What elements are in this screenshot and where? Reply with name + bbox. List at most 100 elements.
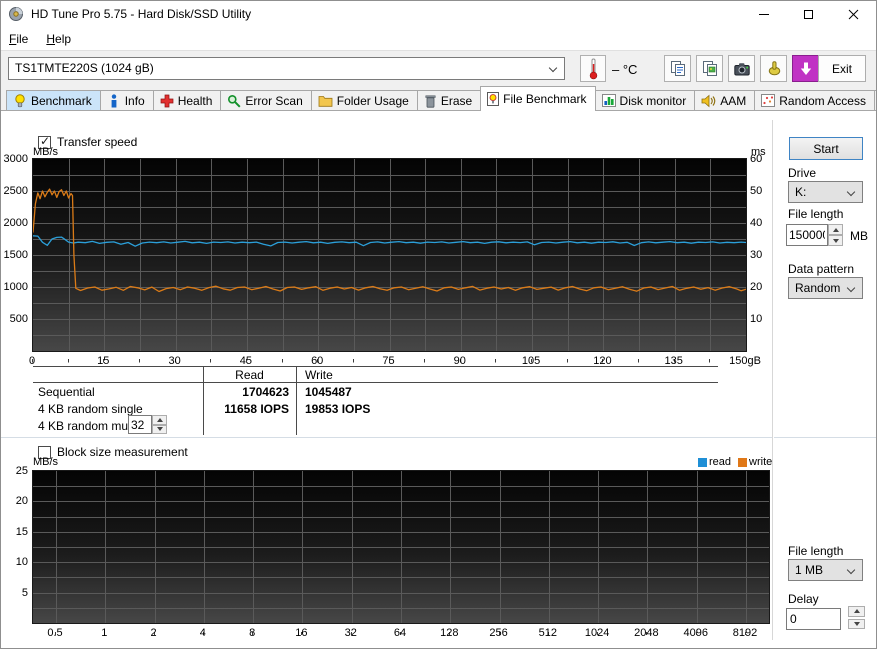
table-top-line bbox=[33, 366, 718, 367]
random-single-write-value: 19853 IOPS bbox=[305, 402, 371, 416]
data-pattern-value: Random bbox=[795, 281, 841, 295]
legend-write-label: write bbox=[749, 456, 773, 468]
delay-input[interactable] bbox=[786, 608, 841, 630]
bottom-chart-y-tick: 15 bbox=[15, 526, 28, 538]
copy-text-button[interactable] bbox=[664, 55, 691, 82]
tab-label: Info bbox=[124, 93, 145, 108]
camera-icon bbox=[733, 62, 750, 76]
drive-combo[interactable]: K: bbox=[788, 181, 863, 203]
tab-label: Folder Usage bbox=[336, 93, 409, 108]
bottom-chart-x-tick: 2 bbox=[150, 627, 157, 639]
top-chart-x-tick: 75 bbox=[382, 355, 395, 367]
bottom-chart-x-tick: 32 bbox=[344, 627, 357, 639]
top-chart-right-tick: 20 bbox=[750, 281, 763, 293]
data-pattern-combo[interactable]: Random bbox=[788, 277, 863, 299]
copy-image-button[interactable] bbox=[696, 55, 723, 82]
tab-label: AAM bbox=[720, 93, 747, 108]
chevron-down-icon bbox=[846, 283, 856, 293]
tab-file-benchmark[interactable]: File Benchmark bbox=[480, 86, 596, 111]
legend-read: read bbox=[698, 456, 731, 468]
spin-up-button[interactable] bbox=[848, 606, 865, 617]
start-button[interactable]: Start bbox=[789, 137, 863, 160]
hand-button[interactable] bbox=[760, 55, 787, 82]
bottom-chart-x-tick: 4096 bbox=[683, 627, 708, 639]
chevron-down-icon bbox=[548, 63, 558, 73]
top-chart-y-unit: MB/s bbox=[33, 146, 59, 158]
tab-label: Erase bbox=[440, 93, 473, 108]
tab-bar: Benchmark Info Health Error Scan Folder Usag… bbox=[0, 86, 877, 111]
tab-health[interactable]: Health bbox=[152, 90, 222, 111]
temperature-button[interactable] bbox=[580, 55, 606, 82]
legend-read-label: read bbox=[709, 456, 732, 468]
transfer-speed-chart bbox=[32, 158, 747, 352]
tab-folder-usage[interactable]: Folder Usage bbox=[310, 90, 418, 111]
spin-down-button[interactable] bbox=[828, 235, 843, 246]
column-header-write: Write bbox=[305, 368, 333, 382]
bottom-chart-x-tick: 128 bbox=[440, 627, 459, 639]
bottom-chart-x-tick: 512 bbox=[538, 627, 558, 639]
menu-file[interactable]: File bbox=[0, 28, 37, 49]
info-icon bbox=[107, 93, 121, 108]
drive-combo-value: K: bbox=[795, 185, 807, 199]
download-button[interactable] bbox=[792, 55, 819, 82]
spin-up-button[interactable] bbox=[152, 415, 167, 425]
block-size-chart bbox=[32, 470, 770, 624]
tab-info[interactable]: Info bbox=[99, 90, 154, 111]
spin-up-button[interactable] bbox=[828, 224, 843, 235]
download-icon bbox=[798, 61, 814, 77]
top-chart-right-tick: 50 bbox=[750, 185, 763, 197]
arrow-up-icon bbox=[156, 417, 163, 422]
top-chart-x-tick: 120 bbox=[593, 355, 612, 367]
spin-down-button[interactable] bbox=[152, 424, 167, 434]
tab-label: Random Access bbox=[779, 93, 866, 108]
camera-button[interactable] bbox=[728, 55, 755, 82]
top-chart-x-tick: 0 bbox=[28, 355, 36, 367]
bottom-chart-y-tick: 25 bbox=[15, 465, 28, 477]
file-length2-label: File length bbox=[788, 544, 844, 558]
legend: read write bbox=[698, 456, 772, 468]
minimize-button[interactable] bbox=[741, 0, 786, 28]
bottom-chart-y-tick: 10 bbox=[15, 556, 28, 568]
bottom-chart-x-tick: 0.5 bbox=[47, 627, 63, 639]
spin-down-button[interactable] bbox=[848, 618, 865, 629]
disk-monitor-icon bbox=[601, 94, 616, 107]
toolbar-icon-buttons bbox=[664, 55, 819, 82]
file-benchmark-icon bbox=[487, 92, 500, 106]
top-chart-x-tick: 60 bbox=[311, 355, 324, 367]
close-button[interactable] bbox=[831, 0, 876, 28]
arrow-down-icon bbox=[156, 427, 163, 432]
tab-erase[interactable]: Erase bbox=[416, 90, 482, 111]
copy-image-icon bbox=[702, 60, 718, 77]
health-icon bbox=[160, 94, 174, 108]
tab-label: Error Scan bbox=[245, 93, 303, 108]
top-chart-x-tick: 15 bbox=[97, 355, 110, 367]
bottom-chart-x-tick: 8 bbox=[249, 627, 256, 639]
file-length-input[interactable] bbox=[786, 224, 828, 246]
delay-spinner bbox=[848, 606, 865, 629]
exit-button[interactable]: Exit bbox=[818, 55, 866, 82]
drive-select[interactable]: TS1TMTE220S (1024 gB) bbox=[8, 57, 565, 80]
arrow-up-icon bbox=[853, 609, 860, 614]
tab-random-access[interactable]: Random Access bbox=[754, 90, 875, 111]
menu-help[interactable]: Help bbox=[37, 28, 80, 49]
maximize-button[interactable] bbox=[786, 0, 831, 28]
top-chart-y-tick: 2000 bbox=[3, 217, 28, 229]
tab-benchmark[interactable]: Benchmark bbox=[6, 90, 101, 111]
queue-depth-input[interactable] bbox=[128, 415, 152, 434]
hand-icon bbox=[766, 61, 782, 76]
window-title: HD Tune Pro 5.75 - Hard Disk/SSD Utility bbox=[31, 7, 252, 21]
tab-disk-monitor[interactable]: Disk monitor bbox=[594, 90, 696, 111]
top-chart-x-tick: 90 bbox=[453, 355, 466, 367]
file-length2-combo[interactable]: 1 MB bbox=[788, 559, 863, 581]
block-size-checkbox[interactable]: Block size measurement bbox=[38, 445, 188, 459]
file-length-spinner bbox=[786, 224, 843, 246]
tab-aam[interactable]: AAM bbox=[694, 90, 756, 111]
data-pattern-label: Data pattern bbox=[788, 262, 855, 276]
tab-label: Health bbox=[177, 93, 213, 108]
transfer-speed-label: Transfer speed bbox=[57, 135, 138, 149]
tab-error-scan[interactable]: Error Scan bbox=[220, 90, 312, 111]
arrow-down-icon bbox=[853, 621, 860, 626]
top-chart-right-tick: 10 bbox=[750, 313, 763, 325]
title-bar: HD Tune Pro 5.75 - Hard Disk/SSD Utility bbox=[0, 0, 877, 28]
bottom-chart-x-tick: 8192 bbox=[732, 627, 758, 639]
